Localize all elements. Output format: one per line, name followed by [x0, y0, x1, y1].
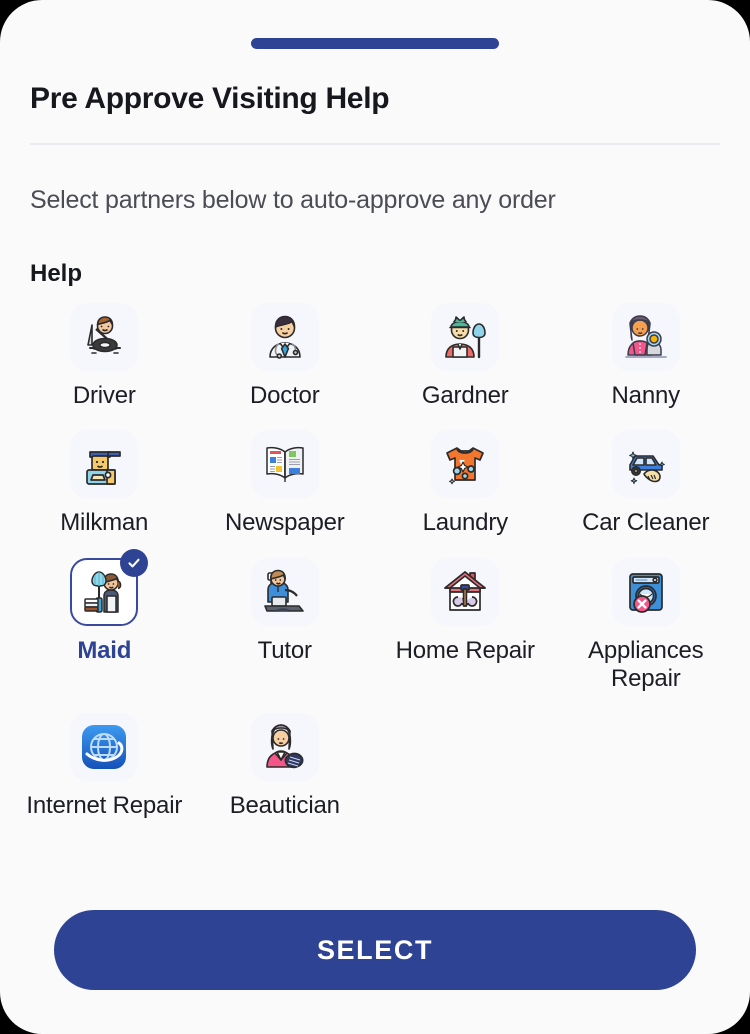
partner-item-gardner[interactable]: Gardner	[375, 303, 556, 410]
partner-label: Doctor	[250, 382, 320, 409]
appliances-repair-icon	[620, 566, 672, 618]
home-repair-icon	[439, 566, 491, 618]
partner-label: Internet Repair	[26, 792, 183, 820]
newspaper-icon	[259, 438, 311, 490]
partner-tile[interactable]	[70, 303, 139, 371]
partner-label: Car Cleaner	[582, 509, 710, 537]
partner-tile[interactable]	[611, 303, 680, 371]
partner-tile[interactable]	[70, 430, 139, 499]
partner-label: Tutor	[257, 636, 312, 664]
partner-item-newspaper[interactable]: Newspaper	[195, 430, 376, 537]
partner-label: Beautician	[229, 792, 340, 820]
tutor-icon	[259, 566, 311, 618]
partner-tile[interactable]	[250, 303, 319, 371]
partner-item-milkman[interactable]: Milkman	[14, 430, 195, 537]
partner-tile[interactable]	[431, 430, 500, 499]
header-divider	[30, 143, 720, 145]
partner-label: Nanny	[611, 382, 681, 409]
partner-label: Laundry	[422, 509, 509, 537]
partner-tile[interactable]	[431, 303, 500, 371]
internet-repair-icon	[78, 721, 130, 773]
partner-item-beautician[interactable]: Beautician	[195, 713, 376, 820]
check-icon	[120, 548, 149, 577]
milkman-icon	[78, 438, 130, 490]
partner-tile[interactable]	[250, 713, 319, 782]
partner-tile[interactable]	[611, 557, 680, 626]
page-subtitle: Select partners below to auto-approve an…	[30, 186, 556, 214]
partner-label: Maid	[77, 636, 132, 664]
drag-handle-area	[0, 38, 750, 49]
select-button[interactable]: SELECT	[54, 910, 696, 990]
gardner-icon	[439, 311, 491, 363]
car-cleaner-icon	[620, 438, 672, 490]
partner-tile[interactable]	[250, 430, 319, 499]
laundry-icon	[439, 438, 491, 490]
partner-item-appliances-repair[interactable]: Appliances Repair	[556, 557, 737, 694]
maid-icon	[78, 566, 130, 618]
partner-item-maid[interactable]: Maid	[14, 548, 195, 694]
partner-tile[interactable]	[70, 713, 139, 782]
bottom-sheet: Pre Approve Visiting Help Select partner…	[0, 0, 750, 1034]
partner-item-doctor[interactable]: Doctor	[195, 303, 376, 410]
partner-label: Appliances Repair	[588, 636, 704, 692]
partner-item-home-repair[interactable]: Home Repair	[375, 557, 556, 694]
partner-tile[interactable]	[250, 557, 319, 626]
beautician-icon	[259, 721, 311, 773]
partner-item-car-cleaner[interactable]: Car Cleaner	[556, 430, 737, 537]
section-title-help: Help	[30, 260, 83, 287]
partner-item-driver[interactable]: Driver	[14, 303, 195, 410]
partner-tile[interactable]	[431, 557, 500, 626]
drag-handle[interactable]	[251, 38, 499, 49]
doctor-icon	[259, 311, 311, 363]
partner-item-internet-repair[interactable]: Internet Repair	[14, 713, 195, 820]
partner-label: Newspaper	[224, 509, 345, 537]
page-title: Pre Approve Visiting Help	[30, 82, 390, 115]
partner-label: Home Repair	[395, 636, 535, 664]
partner-item-tutor[interactable]: Tutor	[195, 557, 376, 694]
driver-icon	[78, 311, 130, 363]
partner-grid: Driver Doctor Gardner Nanny Milkman Newspaper…	[14, 303, 736, 821]
partner-label: Driver	[72, 382, 136, 409]
partner-tile[interactable]	[611, 430, 680, 499]
partner-label: Milkman	[60, 509, 149, 537]
partner-item-laundry[interactable]: Laundry	[375, 430, 556, 537]
partner-tile[interactable]	[70, 548, 149, 626]
partner-label: Gardner	[421, 382, 509, 409]
partner-item-nanny[interactable]: Nanny	[556, 303, 737, 410]
nanny-icon	[620, 311, 672, 363]
